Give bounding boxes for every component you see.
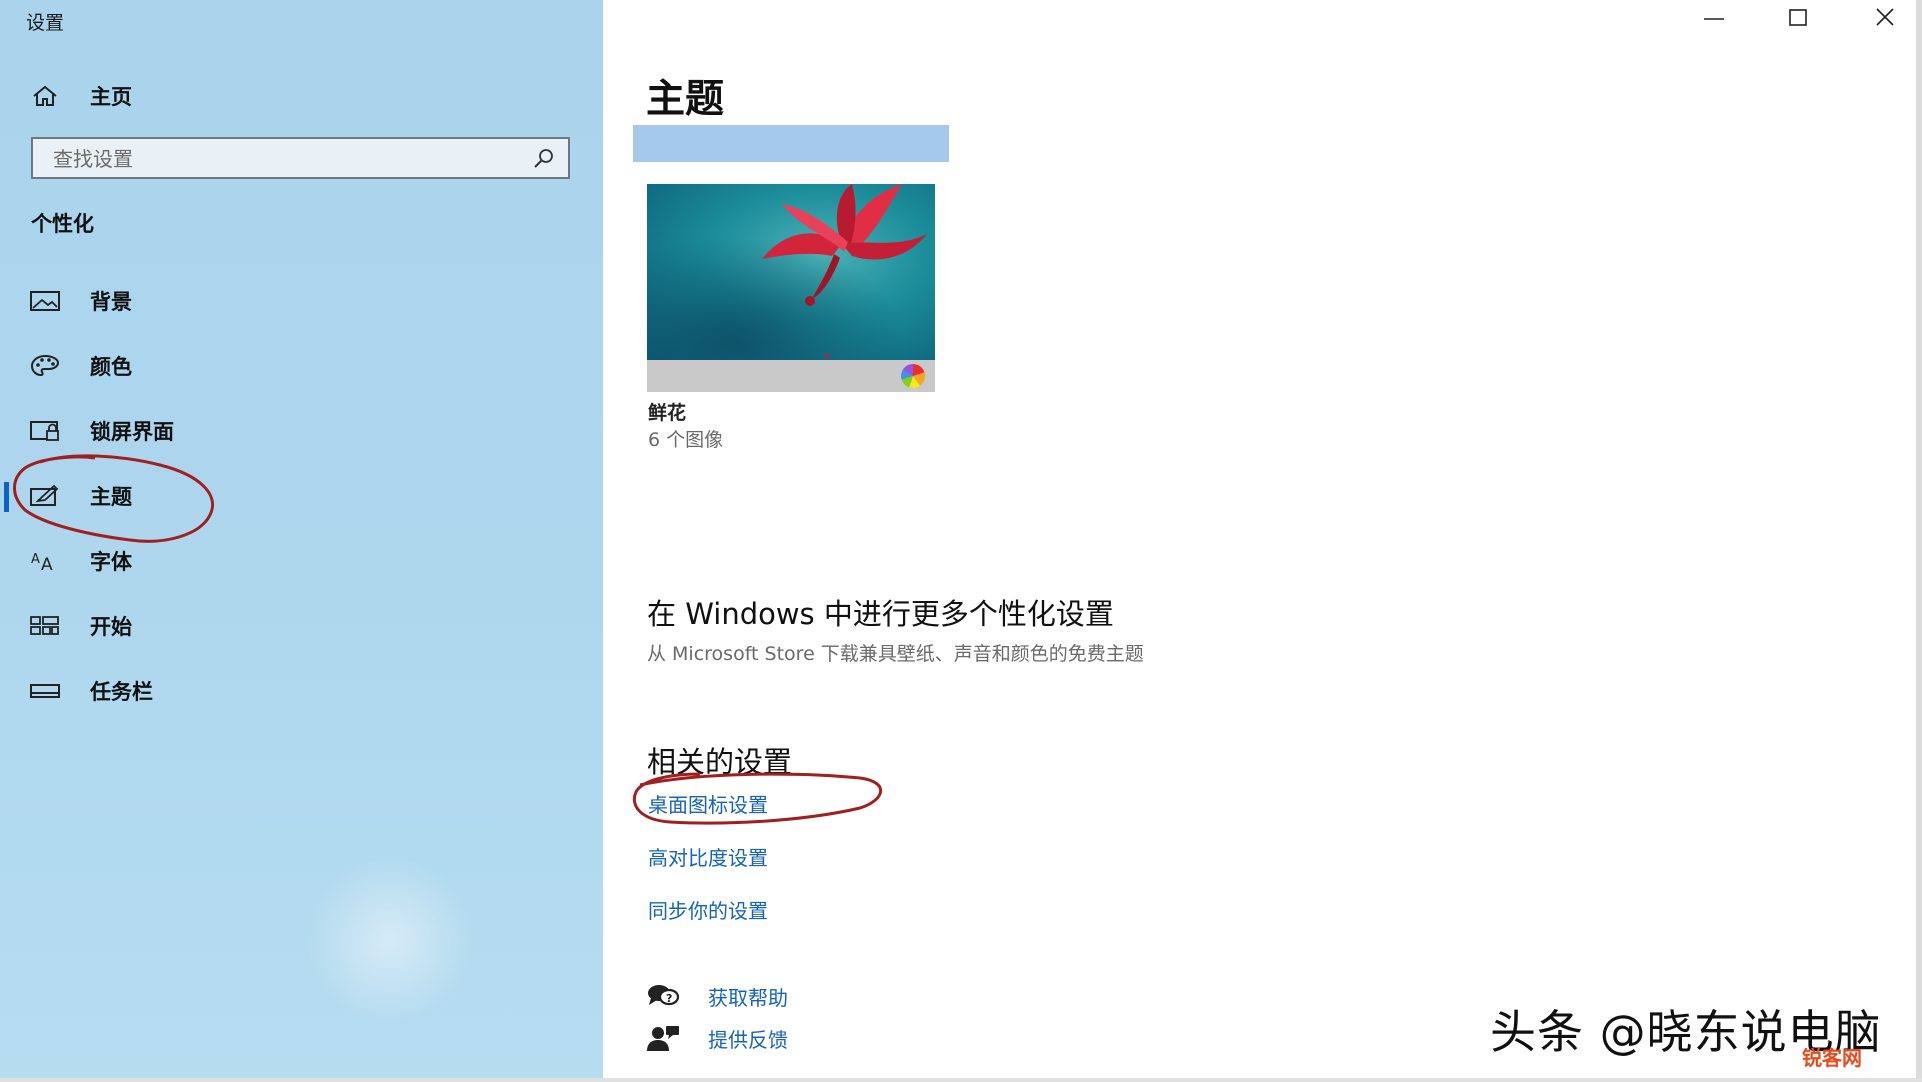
search-input[interactable]: [51, 146, 515, 172]
get-help-label: 获取帮助: [708, 986, 788, 1010]
color-wheel-icon: [901, 364, 925, 388]
nav-themes[interactable]: 主题: [0, 470, 603, 522]
maximize-icon: [1789, 9, 1807, 26]
window-bottom-border: [0, 1078, 1922, 1082]
link-desktop-icon-settings[interactable]: 桌面图标设置: [648, 789, 768, 818]
page-title: 主题: [646, 77, 725, 122]
theme-card-flowers[interactable]: [647, 184, 935, 392]
active-indicator: [4, 482, 9, 512]
search-box[interactable]: [31, 137, 570, 179]
window-title: 设置: [26, 12, 65, 34]
palette-icon: [30, 354, 60, 377]
theme-image-count: 6 个图像: [648, 429, 724, 451]
related-settings-heading: 相关的设置: [647, 745, 793, 779]
home-icon: [33, 85, 57, 106]
nav-home[interactable]: 主页: [0, 70, 603, 122]
minimize-button[interactable]: [1680, 0, 1750, 36]
nav-taskbar[interactable]: 任务栏: [0, 665, 603, 717]
search-icon[interactable]: [532, 147, 556, 171]
font-icon: A A: [31, 552, 53, 573]
theme-icon: [30, 484, 59, 506]
more-personalization-heading: 在 Windows 中进行更多个性化设置: [647, 597, 1114, 631]
maximize-button[interactable]: [1764, 0, 1834, 36]
nav-fonts[interactable]: A A 字体: [0, 535, 603, 587]
nav-taskbar-label: 任务栏: [90, 680, 153, 704]
svg-text:?: ?: [666, 992, 672, 1005]
nav-start-label: 开始: [90, 615, 132, 639]
theme-preview-image: [647, 184, 935, 360]
svg-text:A: A: [41, 555, 53, 573]
nav-colors-label: 颜色: [90, 355, 132, 379]
nav-lock-screen[interactable]: 锁屏界面: [0, 405, 603, 457]
lock-screen-icon: [30, 421, 59, 441]
close-button[interactable]: [1850, 0, 1920, 36]
accent-color-strip: [633, 125, 949, 162]
link-high-contrast-settings[interactable]: 高对比度设置: [648, 842, 768, 871]
close-icon: [1876, 8, 1894, 26]
more-personalization-subtitle: 从 Microsoft Store 下载兼具壁纸、声音和颜色的免费主题: [647, 643, 1144, 665]
link-sync-settings[interactable]: 同步你的设置: [648, 895, 768, 924]
taskbar-icon: [30, 684, 60, 698]
give-feedback-label: 提供反馈: [708, 1028, 788, 1052]
nav-home-label: 主页: [90, 85, 132, 109]
nav-start[interactable]: 开始: [0, 600, 603, 652]
nav-fonts-label: 字体: [90, 550, 132, 574]
window-right-border: [1916, 0, 1922, 1082]
nav-background-label: 背景: [90, 290, 132, 314]
picture-icon: [30, 291, 60, 311]
watermark-site: 锐客网: [1802, 1046, 1862, 1070]
section-heading-personalization: 个性化: [31, 212, 94, 236]
start-icon: [30, 616, 59, 635]
svg-text:A: A: [31, 552, 40, 567]
theme-name: 鲜花: [648, 402, 687, 424]
nav-lock-screen-label: 锁屏界面: [90, 420, 174, 444]
minimize-icon: [1704, 18, 1724, 20]
nav-themes-label: 主题: [90, 485, 132, 509]
nav-colors[interactable]: 颜色: [0, 340, 603, 392]
help-chat-icon: ?: [648, 985, 680, 1006]
nav-background[interactable]: 背景: [0, 275, 603, 327]
sidebar: 设置 主页 个性化 背景 颜色: [0, 0, 603, 1082]
feedback-icon: [647, 1026, 679, 1051]
theme-preview-strip: [647, 360, 935, 392]
